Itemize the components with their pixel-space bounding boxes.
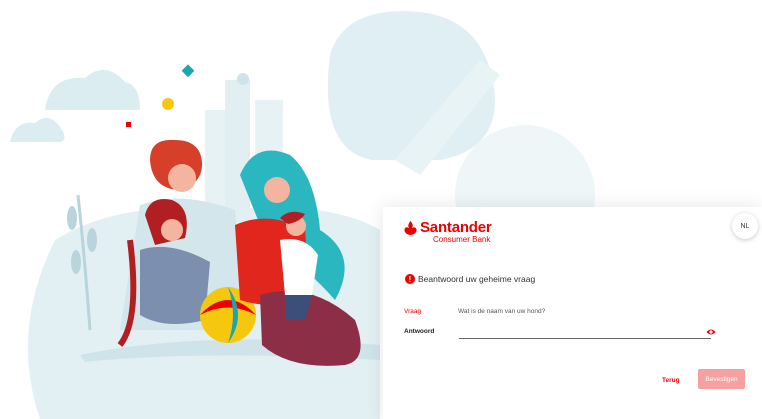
flame-icon bbox=[404, 221, 417, 235]
brand-subtitle: Consumer Bank bbox=[433, 235, 491, 244]
answer-label: Antwoord bbox=[404, 328, 435, 335]
login-card: Santander Consumer Bank NL ! Beantwoord … bbox=[383, 207, 762, 419]
heading-text: Beantwoord uw geheime vraag bbox=[418, 274, 536, 284]
confirm-button[interactable]: Bevestigen bbox=[698, 369, 745, 389]
info-icon: ! bbox=[405, 274, 415, 284]
form-heading: ! Beantwoord uw geheime vraag bbox=[405, 274, 535, 284]
language-selector[interactable]: NL bbox=[732, 213, 758, 239]
eye-icon[interactable] bbox=[706, 328, 716, 336]
santander-logo: Santander Consumer Bank bbox=[404, 220, 492, 245]
answer-input[interactable] bbox=[459, 326, 711, 339]
question-value: Wat is de naam van uw hond? bbox=[458, 308, 546, 315]
back-link[interactable]: Terug bbox=[662, 377, 680, 384]
question-label: Vraag bbox=[404, 308, 422, 315]
brand-name: Santander bbox=[420, 219, 492, 236]
